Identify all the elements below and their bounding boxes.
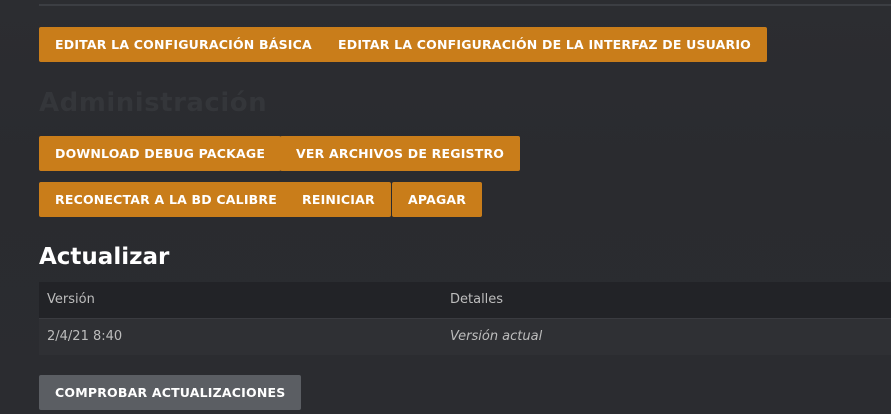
download-debug-package-button[interactable]: DOWNLOAD DEBUG PACKAGE (39, 136, 282, 171)
version-cell: 2/4/21 8:40 (47, 329, 123, 344)
restart-button[interactable]: REINICIAR (286, 182, 391, 217)
column-header-details: Detalles (450, 292, 504, 307)
details-cell: Versión actual (450, 329, 543, 344)
reconnect-calibre-db-button[interactable]: RECONECTAR A LA BD CALIBRE (39, 182, 293, 217)
update-section-heading: Actualizar (39, 244, 170, 270)
version-table: Versión Detalles 2/4/21 8:40 Versión act… (39, 282, 891, 355)
table-header-row: Versión Detalles (39, 282, 891, 319)
table-row: 2/4/21 8:40 Versión actual (39, 319, 891, 355)
edit-ui-config-button[interactable]: EDITAR LA CONFIGURACIÓN DE LA INTERFAZ D… (322, 27, 768, 62)
check-updates-button[interactable]: COMPROBAR ACTUALIZACIONES (39, 375, 302, 410)
column-header-version: Versión (47, 292, 95, 307)
edit-basic-config-button[interactable]: EDITAR LA CONFIGURACIÓN BÁSICA (39, 27, 328, 62)
view-log-files-button[interactable]: VER ARCHIVOS DE REGISTRO (280, 136, 521, 171)
top-divider (39, 0, 891, 6)
shutdown-button[interactable]: APAGAR (392, 182, 483, 217)
admin-section-heading: Administración (39, 88, 268, 118)
